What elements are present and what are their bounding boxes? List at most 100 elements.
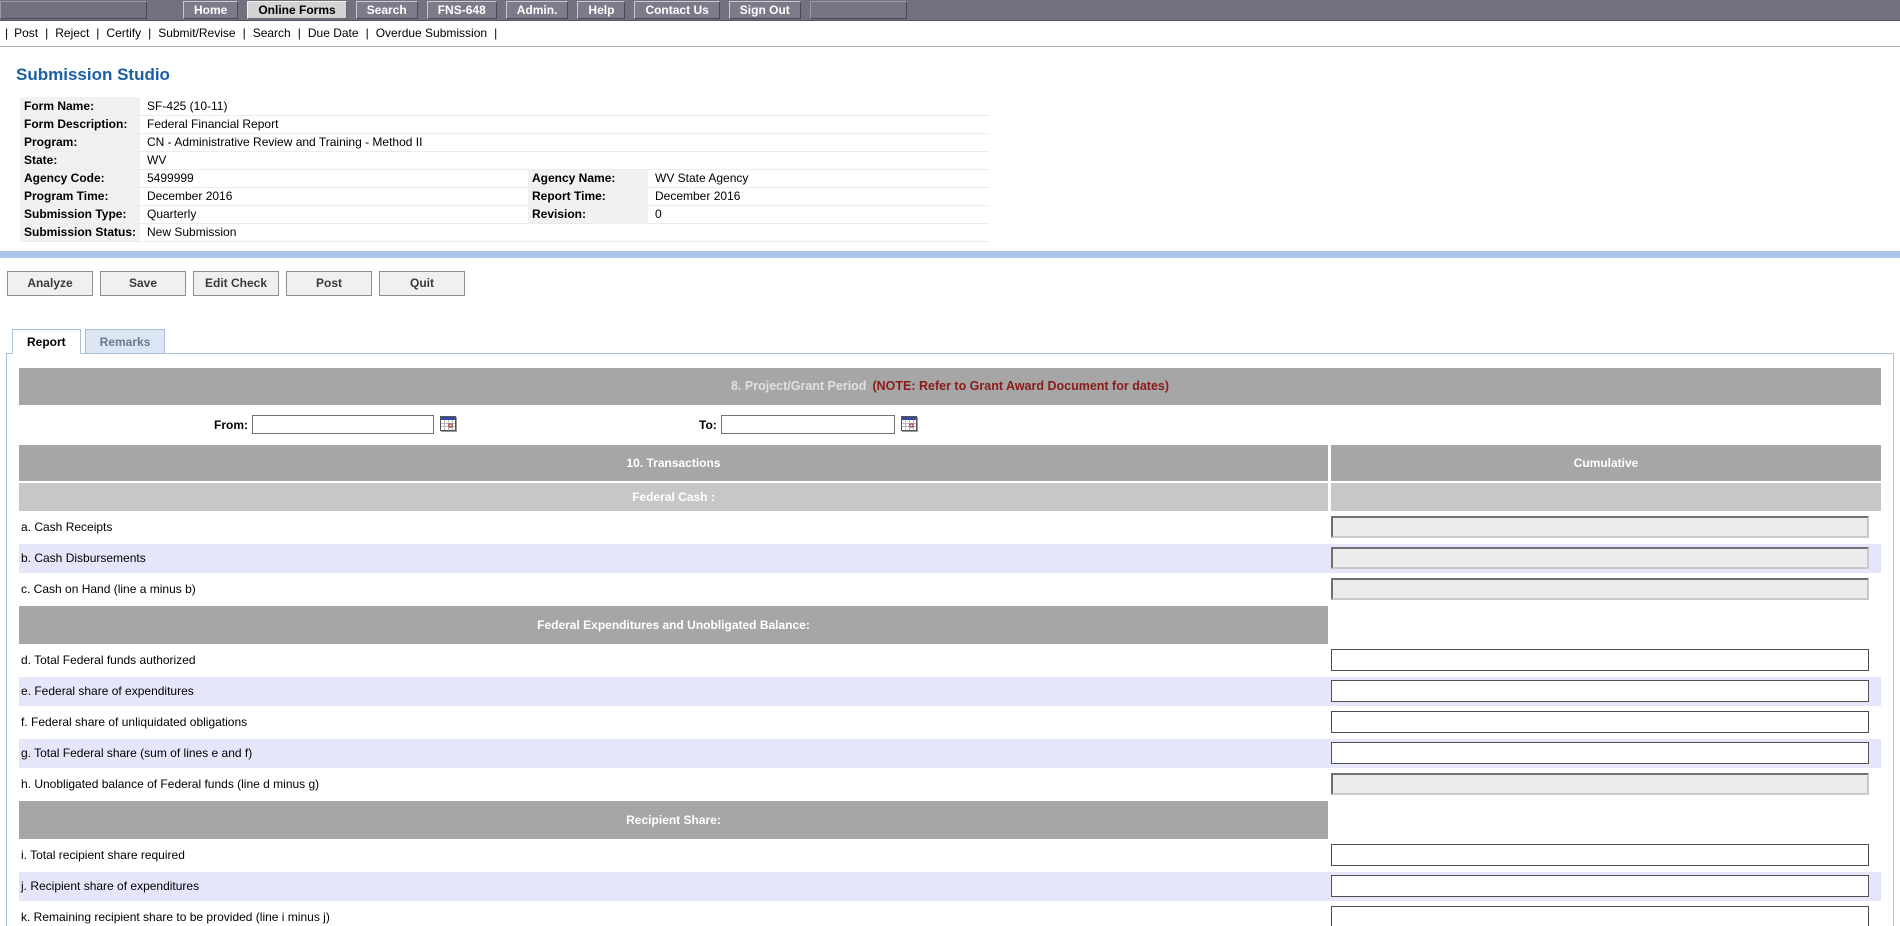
- analyze-button[interactable]: Analyze: [7, 271, 93, 296]
- nav-tab-search[interactable]: Search: [356, 1, 418, 19]
- cumulative-amount-input[interactable]: [1331, 742, 1869, 764]
- transaction-row-label: c. Cash on Hand (line a minus b): [19, 582, 1328, 596]
- cumulative-amount-input: [1331, 547, 1869, 569]
- info-label: Revision:: [528, 205, 648, 223]
- nav-tab-admin[interactable]: Admin.: [506, 1, 569, 19]
- divider-bar: [0, 251, 1900, 258]
- cumulative-cell: [1328, 547, 1881, 569]
- project-grant-period-header: 8. Project/Grant Period (NOTE: Refer to …: [19, 368, 1881, 405]
- cumulative-cell: [1328, 711, 1881, 733]
- to-label: To:: [699, 418, 717, 432]
- transaction-row-label: k. Remaining recipient share to be provi…: [19, 910, 1328, 924]
- info-row: Program:CN - Administrative Review and T…: [20, 133, 990, 151]
- cumulative-amount-input[interactable]: [1331, 906, 1869, 926]
- info-row: Form Description:Federal Financial Repor…: [20, 115, 990, 133]
- transaction-row: i. Total recipient share required: [19, 841, 1881, 870]
- from-date-picker-button[interactable]: [440, 416, 456, 433]
- cumulative-cell: [1328, 844, 1881, 866]
- transactions-header-row: 10. Transactions Cumulative: [19, 445, 1881, 481]
- cumulative-amount-input[interactable]: [1331, 649, 1869, 671]
- info-value: WV: [140, 151, 528, 169]
- menu-item-search[interactable]: Search: [253, 26, 308, 40]
- tab-bar: ReportRemarks: [12, 329, 1900, 354]
- section-header-row: Federal Expenditures and Unobligated Bal…: [19, 606, 1881, 644]
- info-label: [528, 223, 648, 241]
- quit-button[interactable]: Quit: [379, 271, 465, 296]
- info-label: [528, 97, 648, 115]
- info-value: December 2016: [140, 187, 528, 205]
- period-header-note: (NOTE: Refer to Grant Award Document for…: [872, 379, 1169, 393]
- section-header-label: Recipient Share:: [19, 801, 1328, 839]
- cumulative-cell: [1328, 875, 1881, 897]
- tab-remarks[interactable]: Remarks: [85, 329, 166, 354]
- info-value: Quarterly: [140, 205, 528, 223]
- cumulative-cell: [1328, 649, 1881, 671]
- transaction-row: f. Federal share of unliquidated obligat…: [19, 708, 1881, 737]
- menu-item-submit-revise[interactable]: Submit/Revise: [158, 26, 253, 40]
- nav-tab-contact-us[interactable]: Contact Us: [634, 1, 719, 19]
- cumulative-cell: [1328, 742, 1881, 764]
- info-label: Program Time:: [20, 187, 140, 205]
- to-date-picker-button[interactable]: [901, 416, 917, 433]
- info-label: State:: [20, 151, 140, 169]
- toolbar: Analyze Save Edit Check Post Quit: [7, 271, 1900, 296]
- nav-tab-help[interactable]: Help: [577, 1, 625, 19]
- period-to-input[interactable]: [721, 415, 895, 434]
- menu-item-due-date[interactable]: Due Date: [308, 26, 376, 40]
- cumulative-cell: [1328, 773, 1881, 795]
- nav-tab-online-forms[interactable]: Online Forms: [247, 1, 346, 19]
- info-value: CN - Administrative Review and Training …: [140, 133, 528, 151]
- cumulative-amount-input[interactable]: [1331, 711, 1869, 733]
- nav-tab-fns-648[interactable]: FNS-648: [427, 1, 497, 19]
- info-value: Federal Financial Report: [140, 115, 528, 133]
- menu-item-certify[interactable]: Certify: [106, 26, 158, 40]
- transaction-row: c. Cash on Hand (line a minus b): [19, 575, 1881, 604]
- menu-item-post[interactable]: Post: [14, 26, 55, 40]
- info-value: [648, 115, 990, 133]
- info-value: [648, 97, 990, 115]
- cumulative-amount-input: [1331, 773, 1869, 795]
- section-subheader-row: Federal Cash :: [19, 483, 1881, 511]
- transaction-row-label: g. Total Federal share (sum of lines e a…: [19, 746, 1328, 760]
- submission-info-body: Form Name:SF-425 (10-11)Form Description…: [20, 97, 990, 241]
- menu-item-overdue-submission[interactable]: Overdue Submission: [376, 26, 505, 40]
- post-button[interactable]: Post: [286, 271, 372, 296]
- info-label: Form Description:: [20, 115, 140, 133]
- info-row: Submission Type:QuarterlyRevision:0: [20, 205, 990, 223]
- transaction-row-label: a. Cash Receipts: [19, 520, 1328, 534]
- nav-tab-home[interactable]: Home: [183, 1, 238, 19]
- save-button[interactable]: Save: [100, 271, 186, 296]
- info-row: Program Time:December 2016Report Time:De…: [20, 187, 990, 205]
- info-value: New Submission: [140, 223, 528, 241]
- action-menu-bar: PostRejectCertifySubmit/ReviseSearchDue …: [0, 21, 1900, 47]
- info-label: Agency Name:: [528, 169, 648, 187]
- transactions-rows: Federal Cash : a. Cash Receipts b. Cash Di…: [19, 483, 1881, 926]
- cumulative-amount-input: [1331, 578, 1869, 600]
- tab-report[interactable]: Report: [12, 329, 81, 354]
- period-from-input[interactable]: [252, 415, 434, 434]
- nav-tab-sign-out[interactable]: Sign Out: [729, 1, 801, 19]
- nav-left-blank-segment: [0, 1, 147, 19]
- cumulative-cell: [1328, 578, 1881, 600]
- transaction-row-label: j. Recipient share of expenditures: [19, 879, 1328, 893]
- menu-item-reject[interactable]: Reject: [55, 26, 106, 40]
- cumulative-amount-input[interactable]: [1331, 875, 1869, 897]
- section-header-label: Federal Expenditures and Unobligated Bal…: [19, 606, 1328, 644]
- info-label: [528, 133, 648, 151]
- info-label: Program:: [20, 133, 140, 151]
- info-value: WV State Agency: [648, 169, 990, 187]
- top-navigation-bar: Home Online Forms Search FNS-648 Admin. Help C…: [0, 0, 1900, 21]
- info-label: Submission Type:: [20, 205, 140, 223]
- cumulative-amount-input[interactable]: [1331, 844, 1869, 866]
- transaction-row-label: b. Cash Disbursements: [19, 551, 1328, 565]
- info-value: 0: [648, 205, 990, 223]
- info-value: [648, 133, 990, 151]
- section-subheader-fill: [1331, 483, 1881, 511]
- nav-blank-segment: [810, 1, 907, 19]
- info-label: Agency Code:: [20, 169, 140, 187]
- edit-check-button[interactable]: Edit Check: [193, 271, 279, 296]
- cumulative-cell: [1328, 680, 1881, 702]
- transaction-row-label: f. Federal share of unliquidated obligat…: [19, 715, 1328, 729]
- cumulative-amount-input[interactable]: [1331, 680, 1869, 702]
- transaction-row: k. Remaining recipient share to be provi…: [19, 903, 1881, 926]
